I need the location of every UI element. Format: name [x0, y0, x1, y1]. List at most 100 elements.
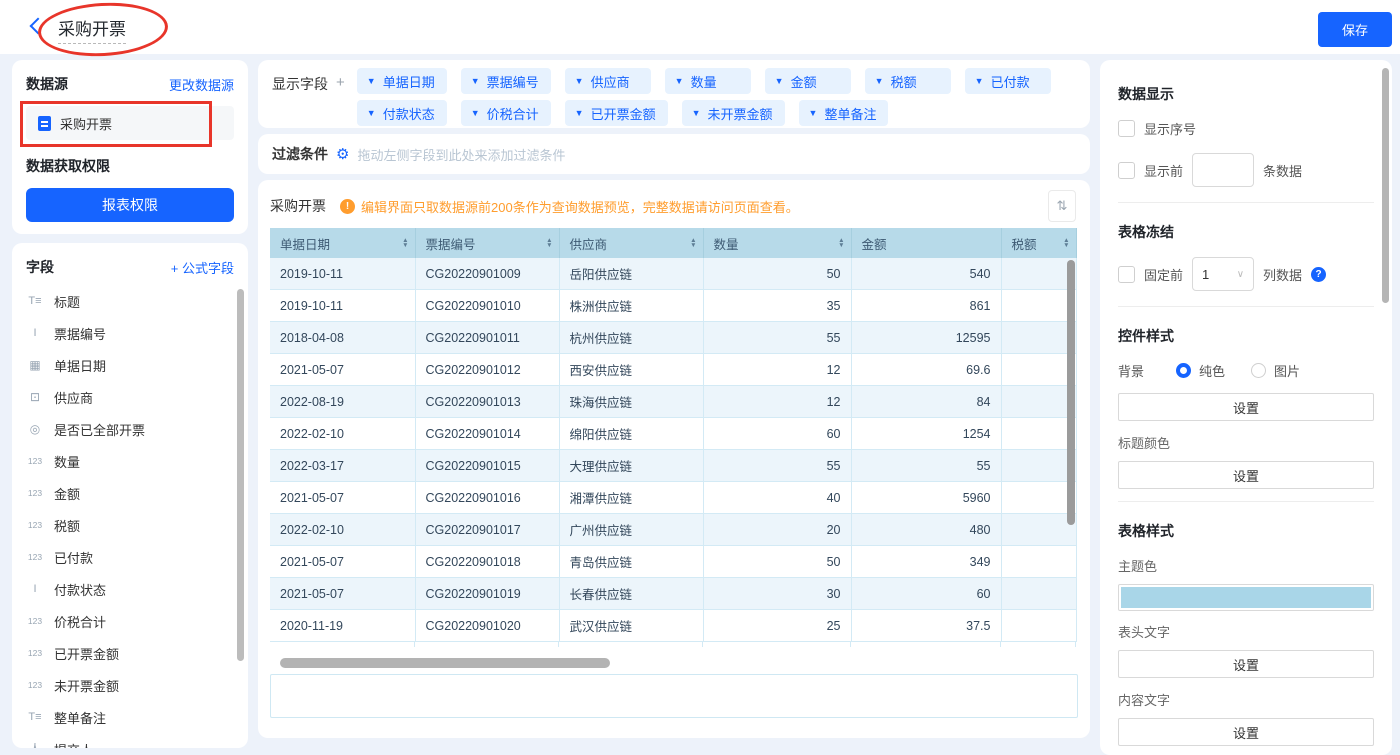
- page-title[interactable]: 采购开票: [58, 15, 126, 44]
- gear-icon[interactable]: ⚙: [336, 147, 349, 162]
- field-chip[interactable]: ▼ 付款状态: [357, 100, 447, 126]
- divider: [1118, 202, 1374, 203]
- field-item[interactable]: 123 未开票金额: [26, 669, 234, 701]
- sort-button[interactable]: ⇅: [1048, 190, 1076, 222]
- cell-quantity: 35: [703, 290, 851, 322]
- back-icon[interactable]: [30, 18, 47, 35]
- field-chip[interactable]: ▼ 价税合计: [461, 100, 551, 126]
- field-chip[interactable]: ▼ 数量: [665, 68, 751, 94]
- field-item[interactable]: ▦ 单据日期: [26, 349, 234, 381]
- sort-icon: ⇅: [1057, 198, 1068, 214]
- cell-quantity: 30: [703, 578, 851, 610]
- field-item[interactable]: 123 价税合计: [26, 605, 234, 637]
- field-chip[interactable]: ▼ 税额: [865, 68, 951, 94]
- field-item[interactable]: T≡ 整单备注: [26, 701, 234, 733]
- field-item[interactable]: 123 税额: [26, 509, 234, 541]
- column-header[interactable]: 税额 ▲ ▼: [1001, 228, 1076, 258]
- title-color-set-button[interactable]: 设置: [1118, 461, 1374, 489]
- theme-color-picker[interactable]: [1118, 584, 1374, 611]
- column-header[interactable]: 金额 ▲ ▼: [851, 228, 1001, 258]
- freeze-checkbox[interactable]: [1118, 266, 1135, 283]
- field-item[interactable]: T≡ 标题: [26, 285, 234, 317]
- cell-amount: 12595: [851, 322, 1001, 354]
- column-header[interactable]: 数量 ▲ ▼: [703, 228, 851, 258]
- cell-tax: [1001, 354, 1076, 386]
- cell-quantity: 20: [703, 514, 851, 546]
- cell-supplier: 绵阳供应链: [559, 418, 703, 450]
- field-chip[interactable]: ▼ 未开票金额: [682, 100, 785, 126]
- formula-field-link[interactable]: + 公式字段: [171, 258, 234, 277]
- column-header[interactable]: 供应商 ▲ ▼: [559, 228, 703, 258]
- field-item[interactable]: ⊡ 供应商: [26, 381, 234, 413]
- sort-arrows-icon[interactable]: ▲ ▼: [690, 238, 696, 248]
- cell-date: 2018-04-08: [270, 322, 415, 354]
- field-chip[interactable]: ▼ 票据编号: [461, 68, 551, 94]
- field-item[interactable]: 123 已开票金额: [26, 637, 234, 669]
- header-text-set-button[interactable]: 设置: [1118, 650, 1374, 678]
- table-vertical-scrollbar[interactable]: [1067, 260, 1075, 525]
- cell-code: CG20220901013: [415, 386, 559, 418]
- chip-label: 已开票金额: [591, 104, 656, 123]
- data-display-title: 数据显示: [1118, 84, 1374, 104]
- title-color-label: 标题颜色: [1118, 433, 1374, 452]
- field-item[interactable]: I 票据编号: [26, 317, 234, 349]
- settings-scrollbar[interactable]: [1382, 68, 1389, 303]
- filter-dropzone[interactable]: 拖动左侧字段到此处来添加过滤条件: [357, 145, 565, 164]
- sort-arrows-icon[interactable]: ▲ ▼: [402, 238, 408, 248]
- sort-arrows-icon[interactable]: ▲ ▼: [546, 238, 552, 248]
- image-radio[interactable]: [1251, 363, 1266, 378]
- field-chip[interactable]: ▼ 已付款: [965, 68, 1051, 94]
- chip-label: 票据编号: [487, 72, 539, 91]
- background-label: 背景: [1118, 361, 1176, 380]
- cell-quantity: 60: [703, 418, 851, 450]
- field-item[interactable]: ◎ 是否已全部开票: [26, 413, 234, 445]
- field-chip[interactable]: ▼ 供应商: [565, 68, 651, 94]
- content-text-set-button[interactable]: 设置: [1118, 718, 1374, 746]
- column-header[interactable]: 单据日期 ▲ ▼: [270, 228, 415, 258]
- save-button[interactable]: 保存: [1318, 12, 1392, 47]
- cell-supplier: 西安供应链: [559, 354, 703, 386]
- field-chip[interactable]: ▼ 已开票金额: [565, 100, 668, 126]
- help-icon[interactable]: ?: [1311, 267, 1326, 282]
- datasource-item[interactable]: 采购开票: [26, 106, 234, 140]
- fields-scrollbar[interactable]: [237, 289, 244, 661]
- cell-code: CG20220901011: [415, 322, 559, 354]
- table-horizontal-scrollbar[interactable]: [280, 658, 610, 668]
- table-header-row: 单据日期 ▲ ▼ 票据编号 ▲ ▼: [270, 228, 1076, 258]
- field-chip[interactable]: ▼ 单据日期: [357, 68, 447, 94]
- show-index-checkbox[interactable]: [1118, 120, 1135, 137]
- field-item[interactable]: 人 提交人: [26, 733, 234, 748]
- field-chip[interactable]: ▼ 整单备注: [799, 100, 889, 126]
- table-row: 2019-10-11 CG20220901010 株洲供应链 35 861: [270, 290, 1076, 322]
- report-permission-button[interactable]: 报表权限: [26, 188, 234, 222]
- fields-title: 字段: [26, 257, 54, 277]
- solid-color-radio[interactable]: [1176, 363, 1191, 378]
- field-item[interactable]: I 付款状态: [26, 573, 234, 605]
- chip-label: 整单备注: [824, 104, 876, 123]
- row-count-input[interactable]: [1192, 153, 1254, 187]
- field-chip[interactable]: ▼ 金额: [765, 68, 851, 94]
- show-first-checkbox[interactable]: [1118, 162, 1135, 179]
- cell-date: 2022-08-19: [270, 386, 415, 418]
- chip-row-1: ▼ 单据日期 ▼ 票据编号 ▼ 供应商 ▼ 数量: [357, 68, 1051, 94]
- field-item[interactable]: 123 金额: [26, 477, 234, 509]
- cell-supplier: 杭州供应链: [559, 322, 703, 354]
- column-label: 供应商: [570, 234, 608, 253]
- chevron-down-icon: ∨: [1237, 269, 1244, 280]
- freeze-cols-select[interactable]: 1 ∨: [1192, 257, 1254, 291]
- field-item[interactable]: 123 已付款: [26, 541, 234, 573]
- background-set-button[interactable]: 设置: [1118, 393, 1374, 421]
- cell-code: CG20220901017: [415, 514, 559, 546]
- cell-amount: 55: [851, 450, 1001, 482]
- add-field-icon[interactable]: +: [336, 74, 345, 91]
- cell-supplier: 长春供应链: [559, 578, 703, 610]
- change-datasource-link[interactable]: 更改数据源: [169, 75, 234, 94]
- preview-panel: 采购开票 ! 编辑界面只取数据源前200条作为查询数据预览，完整数据请访问页面查…: [258, 180, 1090, 738]
- empty-preview-area: [270, 674, 1078, 718]
- sort-arrows-icon[interactable]: ▲ ▼: [1063, 238, 1069, 248]
- field-label: 未开票金额: [54, 676, 119, 695]
- sort-arrows-icon[interactable]: ▲ ▼: [838, 238, 844, 248]
- cell-date: 2022-02-10: [270, 514, 415, 546]
- field-item[interactable]: 123 数量: [26, 445, 234, 477]
- column-header[interactable]: 票据编号 ▲ ▼: [415, 228, 559, 258]
